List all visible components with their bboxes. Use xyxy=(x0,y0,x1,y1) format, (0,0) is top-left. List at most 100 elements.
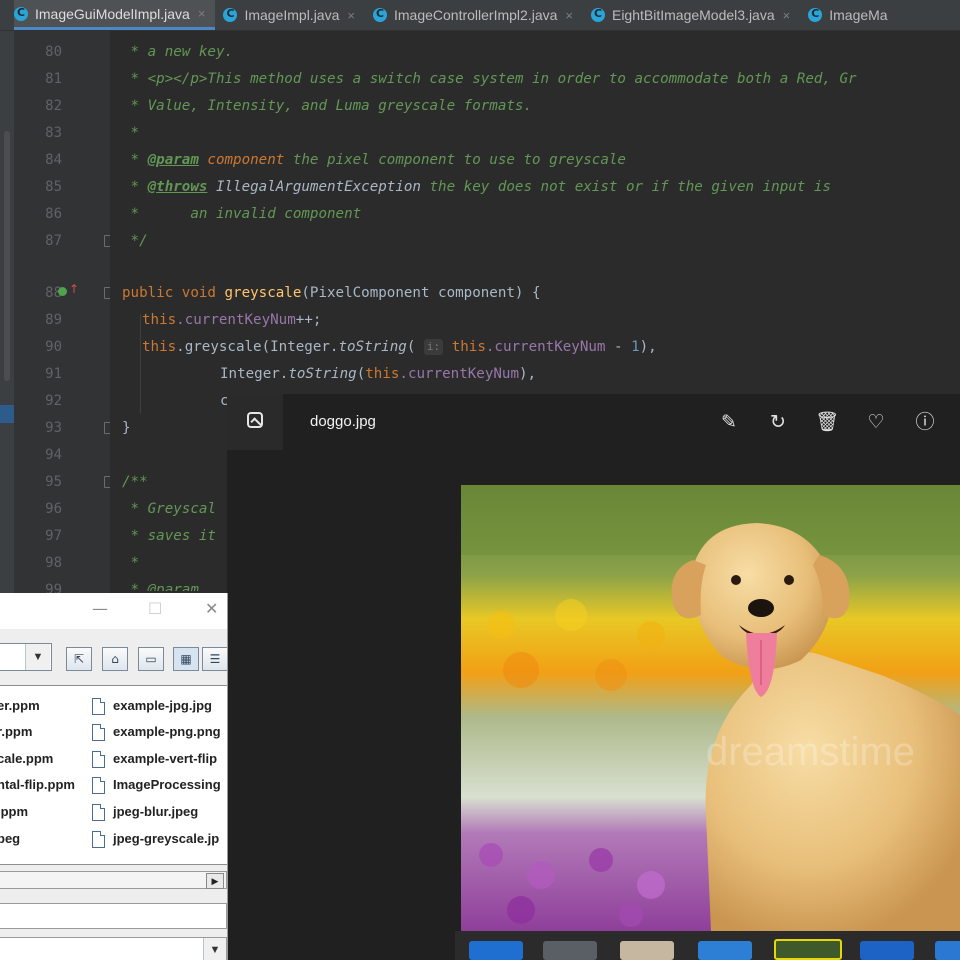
file-item[interactable]: r.ppm xyxy=(0,720,32,744)
code-line: public void greyscale(PixelComponent com… xyxy=(122,280,541,306)
tab-imagemanager[interactable]: ImageMa xyxy=(800,0,897,30)
code-keyword: public void xyxy=(122,285,225,301)
code-token: the pixel component to use to greyscale xyxy=(284,152,626,168)
code-token: ), xyxy=(639,339,657,355)
code-token: ++; xyxy=(295,312,322,328)
code-field: .currentKeyNum xyxy=(399,366,519,382)
line-number: 95 xyxy=(45,474,62,490)
code-token: ( xyxy=(356,366,366,382)
file-item[interactable]: jpeg-blur.jpeg xyxy=(113,800,198,824)
info-icon[interactable]: ⓘ xyxy=(913,410,937,434)
thumbnail[interactable] xyxy=(620,941,674,960)
file-item[interactable]: ImageProcessing xyxy=(113,773,221,797)
new-folder-icon[interactable]: ▭ xyxy=(138,647,164,671)
line-number: 91 xyxy=(45,366,62,382)
file-item[interactable]: jpeg-greyscale.jp xyxy=(113,827,219,851)
details-view-icon[interactable]: ☰ xyxy=(202,647,227,671)
parameter-hint: i: xyxy=(423,339,444,355)
tab-bar-left-edge xyxy=(0,0,14,30)
close-icon[interactable]: × xyxy=(783,8,791,23)
close-icon[interactable]: ✕ xyxy=(205,599,218,618)
code-token: * xyxy=(122,125,140,141)
code-token: * a new key. xyxy=(122,44,234,60)
file-icon xyxy=(92,831,105,848)
photo-canvas[interactable]: dreamstime xyxy=(461,485,960,931)
thumbnail[interactable] xyxy=(543,941,597,960)
file-type-combo[interactable]: ▼ xyxy=(0,937,227,960)
minimize-icon[interactable]: — xyxy=(92,599,108,618)
horizontal-scrollbar[interactable]: ▶ xyxy=(0,871,227,889)
line-number: 93 xyxy=(45,420,62,436)
code-token: * saves it xyxy=(122,528,216,544)
maximize-icon[interactable]: ☐ xyxy=(148,599,162,618)
photos-app-button[interactable] xyxy=(227,394,283,450)
selected-thumbnail[interactable] xyxy=(774,939,842,960)
tab-label: ImageControllerImpl2.java xyxy=(393,7,558,23)
code-token: * xyxy=(122,179,148,195)
javadoc-param: component xyxy=(198,152,285,168)
code-line: * an invalid component xyxy=(122,201,362,227)
tab-eightbitimagemodel3[interactable]: EightBitImageModel3.java × xyxy=(583,0,800,30)
up-folder-icon[interactable]: ⇱ xyxy=(66,647,92,671)
bookmark-marker xyxy=(0,405,14,423)
scroll-right-icon[interactable]: ▶ xyxy=(206,873,224,889)
indent-guide xyxy=(140,314,141,414)
code-line: * Greyscal xyxy=(122,496,216,522)
line-number: 83 xyxy=(45,125,62,141)
file-item[interactable]: example-jpg.jpg xyxy=(113,694,212,718)
tab-imagecontrollerimpl2[interactable]: ImageControllerImpl2.java × xyxy=(365,0,583,30)
tab-imageimpl[interactable]: ImageImpl.java × xyxy=(215,0,365,30)
file-item[interactable]: example-vert-flip xyxy=(113,747,217,771)
vertical-scrollbar[interactable] xyxy=(4,131,10,381)
code-token: * <p></p> xyxy=(122,71,208,87)
delete-icon[interactable]: 🗑 xyxy=(815,410,839,434)
chevron-down-icon[interactable]: ▼ xyxy=(25,644,50,670)
line-number: 96 xyxy=(45,501,62,517)
thumbnail[interactable] xyxy=(469,941,523,960)
rotate-icon[interactable]: ↻ xyxy=(766,410,790,434)
line-number: 82 xyxy=(45,98,62,114)
photos-viewer-window: doggo.jpg ✎ ↻ 🗑 ♡ ⓘ dreamstime xyxy=(227,394,960,960)
code-line: * xyxy=(122,120,140,146)
line-number: 92 xyxy=(45,393,62,409)
close-icon[interactable]: × xyxy=(347,8,355,23)
favorite-icon[interactable]: ♡ xyxy=(864,410,888,434)
tab-imageguimodelimpl[interactable]: ImageGuiModelImpl.java × xyxy=(14,0,216,30)
code-token: * xyxy=(122,152,148,168)
close-icon[interactable]: × xyxy=(198,6,206,21)
thumbnail[interactable] xyxy=(860,941,914,960)
photo-filmstrip xyxy=(455,931,960,960)
list-view-icon[interactable]: ▦ xyxy=(173,647,199,671)
dialog-title-bar: — ☐ ✕ xyxy=(0,593,227,629)
code-token: toString xyxy=(338,339,407,355)
file-item[interactable]: example-png.png xyxy=(113,720,221,744)
tab-label: EightBitImageModel3.java xyxy=(611,7,775,23)
home-icon[interactable]: ⌂ xyxy=(102,647,128,671)
code-token: the key does not exist or if the given i… xyxy=(420,179,831,195)
implements-arrow-icon[interactable]: ↑ xyxy=(69,282,79,296)
file-item[interactable]: er.ppm xyxy=(0,694,40,718)
chevron-down-icon[interactable]: ▼ xyxy=(203,938,226,960)
edit-image-icon[interactable]: ✎ xyxy=(717,410,741,434)
close-icon[interactable]: × xyxy=(565,8,573,23)
code-token: * Greyscal xyxy=(122,501,216,517)
code-line: * @throws IllegalArgumentException the k… xyxy=(122,174,831,200)
file-item[interactable]: .ppm xyxy=(0,800,28,824)
look-in-combo[interactable]: ▼ xyxy=(0,643,52,671)
file-name-field[interactable] xyxy=(0,903,227,929)
code-field: .currentKeyNum xyxy=(485,339,606,355)
photos-title-bar: doggo.jpg ✎ ↻ 🗑 ♡ ⓘ xyxy=(227,394,960,450)
file-list[interactable]: er.ppm r.ppm cale.ppm ntal-flip.ppm .ppm… xyxy=(0,685,227,865)
line-number: 84 xyxy=(45,152,62,168)
file-item[interactable]: cale.ppm xyxy=(0,747,53,771)
javadoc-tag: @throws xyxy=(147,179,208,195)
file-item[interactable]: peg xyxy=(0,827,20,851)
override-gutter-icon[interactable] xyxy=(58,287,67,296)
thumbnail[interactable] xyxy=(935,941,960,960)
thumbnail[interactable] xyxy=(698,941,752,960)
java-class-icon xyxy=(372,7,387,22)
java-class-icon xyxy=(14,6,28,21)
code-line: * a new key. xyxy=(122,39,234,65)
file-chooser-dialog: — ☐ ✕ ▼ ⇱ ⌂ ▭ ▦ ☰ er.ppm r.ppm cale.ppm … xyxy=(0,593,228,960)
file-item[interactable]: ntal-flip.ppm xyxy=(0,773,75,797)
